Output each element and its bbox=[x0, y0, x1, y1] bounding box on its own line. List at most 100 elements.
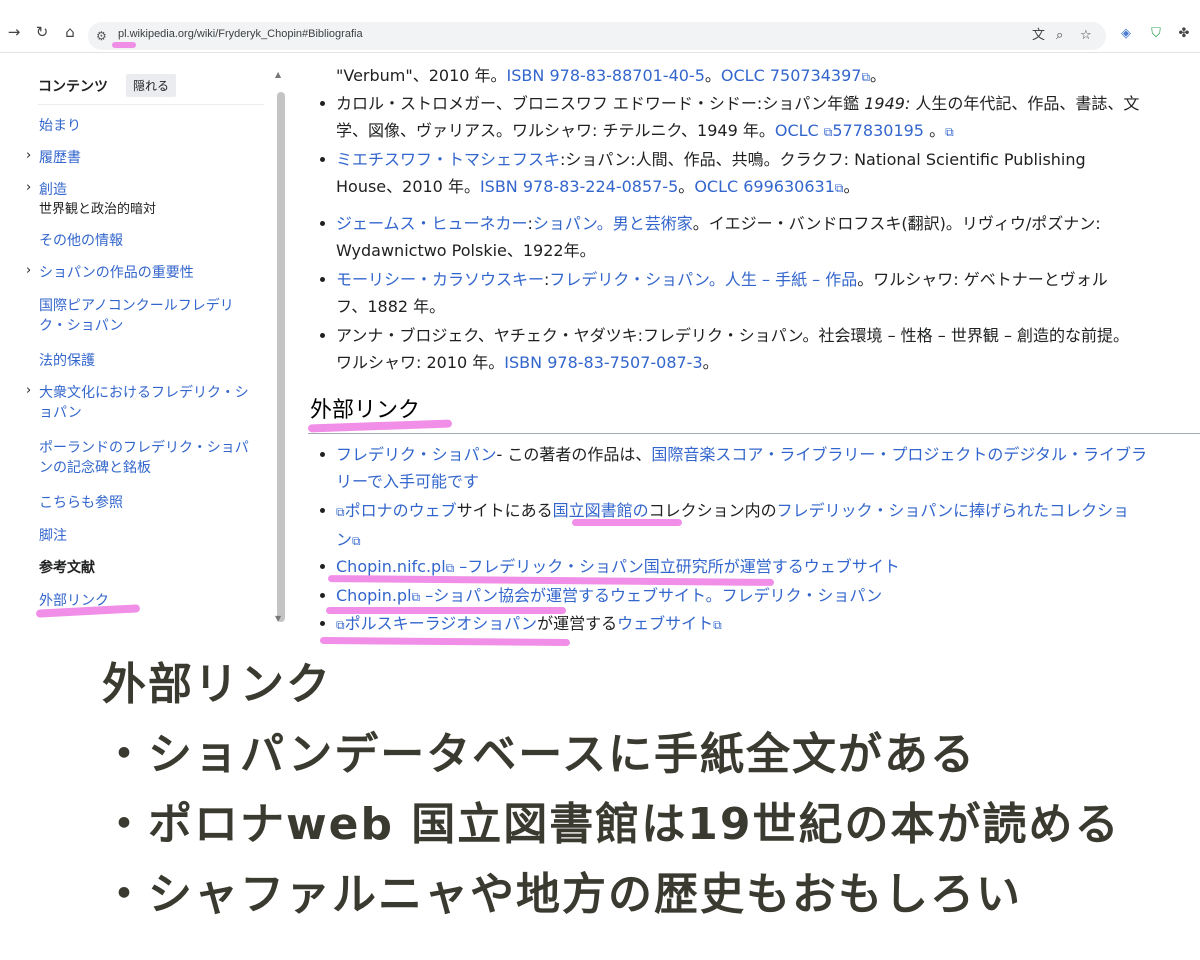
title-link[interactable]: フレデリク・ショパン。人生 – 手紙 – 作品 bbox=[549, 270, 857, 289]
toc-item-label: 大衆文化におけるフレデリク・シ bbox=[39, 385, 249, 401]
bib-text: 人生の年代記、作品、書誌、文 bbox=[910, 94, 1140, 113]
bookmark-star-icon[interactable]: ☆ bbox=[1080, 25, 1092, 47]
toc-item-other-info[interactable]: その他の情報 bbox=[39, 231, 269, 251]
scroll-down-arrow-icon[interactable]: ▼ bbox=[275, 614, 281, 623]
isbn-link[interactable]: ISBN 978-83-224-0857-5 bbox=[480, 177, 678, 196]
author-link[interactable]: ジェームス・ヒューネカー bbox=[336, 214, 528, 233]
bib-text: 。 bbox=[702, 353, 719, 372]
bib-item-4: モーリシー・カラソウスキー:フレデリク・ショパン。人生 – 手紙 – 作品。ワル… bbox=[320, 266, 1200, 320]
isbn-link[interactable]: ISBN 978-83-88701-40-5 bbox=[507, 66, 705, 85]
ext-link[interactable]: リーで入手可能です bbox=[336, 472, 479, 491]
oclc-number-link[interactable]: 577830195 bbox=[832, 121, 924, 140]
toc-item-label-2: ンの記念碑と銘板 bbox=[39, 460, 151, 476]
external-link-icon: ⧉ bbox=[336, 618, 345, 632]
bib-item-2: ミエチスワフ・トマシェフスキ:ショパン:人間、作品、共鳴。クラクフ: Natio… bbox=[320, 146, 1200, 202]
author-link[interactable]: モーリシー・カラソウスキー bbox=[336, 270, 544, 289]
toc-item-label: 創造 bbox=[39, 182, 67, 198]
ext-text: サイトにある bbox=[456, 501, 553, 520]
ext-link[interactable]: –フレデリック・ショパン国立研究所が運営するウェブサイト bbox=[454, 557, 900, 576]
chevron-right-icon[interactable]: › bbox=[26, 383, 31, 398]
library-highlight-stroke bbox=[572, 519, 682, 526]
oclc-link[interactable]: OCLC 699630631 bbox=[694, 177, 835, 196]
chopin-pl-highlight-stroke bbox=[326, 607, 566, 614]
bib-text: 。 bbox=[678, 177, 695, 196]
title-link[interactable]: ショパン。男と芸術家 bbox=[533, 214, 693, 233]
ext-link[interactable]: Chopin.pl bbox=[336, 586, 412, 605]
external-link-icon: ⧉ bbox=[713, 618, 722, 632]
toc-divider bbox=[38, 104, 264, 105]
bib-item-5: アンナ・ブロジェク、ヤチェク・ヤダツキ:フレデリク・ショパン。社会環境 – 性格… bbox=[320, 322, 1200, 376]
author-link[interactable]: ミエチスワフ・トマシェフスキ bbox=[336, 150, 560, 169]
ext-item-4: ⧉ポルスキーラジオショパンが運営するウェブサイト⧉ bbox=[320, 610, 1200, 639]
toc-scrollbar-thumb[interactable] bbox=[277, 92, 285, 622]
bib-text: 学、図像、ヴァリアス。ワルシャワ: チテルニク、1949 年。 bbox=[336, 121, 775, 140]
home-icon[interactable]: ⌂ bbox=[58, 20, 82, 44]
toc-item-label: 国際ピアノコンクールフレデリ bbox=[39, 298, 234, 314]
scroll-up-arrow-icon[interactable]: ▲ bbox=[275, 70, 281, 79]
chevron-right-icon[interactable]: › bbox=[26, 148, 31, 163]
toc-item-pop-culture[interactable]: 大衆文化におけるフレデリク・シ ョパン bbox=[39, 383, 269, 423]
toc-title: コンテンツ bbox=[38, 79, 108, 95]
ext-link[interactable]: ン bbox=[336, 530, 352, 549]
toc-item-see-also[interactable]: こちらも参照 bbox=[39, 493, 269, 513]
note-line: ・シャファルニャや地方の歴史もおもしろい bbox=[102, 869, 1022, 920]
toc-item-start[interactable]: 始まり bbox=[39, 116, 269, 136]
bib-text: アンナ・ブロジェク、ヤチェク・ヤダツキ:フレデリク・ショパン。社会環境 – 性格… bbox=[336, 326, 1130, 345]
ext-text: - この著者の作品は、 bbox=[496, 445, 652, 464]
toc-item-sub: 世界観と政治的暗対 bbox=[39, 202, 157, 217]
browser-toolbar: → ↻ ⌂ ⚙ pl.wikipedia.org/wiki/Fryderyk_C… bbox=[0, 0, 1200, 53]
address-bar[interactable]: ⚙ pl.wikipedia.org/wiki/Fryderyk_Chopin#… bbox=[88, 22, 1106, 50]
bib-text: 。 bbox=[870, 66, 887, 85]
shield-extension-icon[interactable]: ⛉ bbox=[1146, 24, 1166, 44]
external-link-icon: ⧉ bbox=[945, 125, 954, 139]
ext-link[interactable]: ポルスキーラジオショパン bbox=[345, 614, 537, 633]
translate-icon[interactable]: 文 bbox=[1032, 25, 1045, 47]
section-divider bbox=[308, 433, 1200, 434]
url-text[interactable]: pl.wikipedia.org/wiki/Fryderyk_Chopin#Bi… bbox=[118, 28, 363, 40]
toc-item-label: ポーランドのフレデリク・ショパ bbox=[39, 440, 249, 456]
reload-icon[interactable]: ↻ bbox=[30, 20, 54, 44]
oclc-link[interactable]: OCLC bbox=[775, 121, 824, 140]
note-title: 外部リンク bbox=[102, 659, 332, 710]
ext-link[interactable]: 国立図書館の bbox=[553, 501, 649, 520]
bib-text: 。イエジー・バンドロフスキ(翻訳)。リヴィウ/ポズナン: bbox=[692, 214, 1101, 233]
extensions-puzzle-icon[interactable]: ✤ bbox=[1174, 24, 1194, 44]
external-link-icon: ⧉ bbox=[861, 70, 871, 84]
ext-link[interactable]: ウェブサイト bbox=[617, 614, 713, 633]
bib-item-1: カロル・ストロメガー、ブロニスワフ エドワード・シドー:ショパン年鑑 1949:… bbox=[320, 90, 1200, 146]
ext-link[interactable]: ポロナのウェブ bbox=[345, 501, 457, 520]
ext-link[interactable]: Chopin.nifc.pl bbox=[336, 557, 446, 576]
toc-item-creation[interactable]: 創造 世界観と政治的暗対 bbox=[39, 180, 269, 220]
external-link-icon: ⧉ bbox=[411, 590, 421, 604]
toc-item-footnotes[interactable]: 脚注 bbox=[39, 526, 269, 546]
ext-link[interactable]: 国際音楽スコア・ライブラリー・プロジェクトのデジタル・ライブラ bbox=[651, 445, 1147, 464]
ext-link[interactable]: フレデリク・ショパン bbox=[336, 445, 496, 464]
toc-sidebar: コンテンツ 隠れる 始まり › 履歴書 › 創造 世界観と政治的暗対 その他の情… bbox=[0, 52, 290, 627]
toc-item-importance[interactable]: ショパンの作品の重要性 bbox=[39, 263, 269, 283]
bib-item-0: "Verbum"、2010 年。ISBN 978-83-88701-40-5。O… bbox=[336, 62, 1200, 91]
site-settings-icon[interactable]: ⚙ bbox=[96, 24, 107, 48]
toc-item-legal[interactable]: 法的保護 bbox=[39, 351, 269, 371]
toc-item-references[interactable]: 参考文献 bbox=[39, 558, 269, 578]
toc-item-monuments[interactable]: ポーランドのフレデリク・ショパ ンの記念碑と銘板 bbox=[39, 438, 269, 478]
chevron-right-icon[interactable]: › bbox=[26, 180, 31, 195]
ext-link[interactable]: フレデリック・ショパンに捧げられたコレクショ bbox=[777, 501, 1129, 520]
back-arrow-icon[interactable]: → bbox=[2, 20, 26, 44]
toc-item-competition[interactable]: 国際ピアノコンクールフレデリ ク・ショパン bbox=[39, 296, 269, 336]
toc-hide-button[interactable]: 隠れる bbox=[126, 74, 177, 97]
bib-text: 。 bbox=[923, 121, 946, 140]
translate-extension-icon[interactable]: ◈ bbox=[1116, 24, 1136, 44]
zoom-icon[interactable]: ⌕ bbox=[1056, 25, 1063, 47]
bib-text: :ショパン:人間、作品、共鳴。クラクフ: National Scientific… bbox=[560, 150, 1086, 169]
external-link-icon: ⧉ bbox=[445, 561, 455, 575]
toc-item-biography[interactable]: 履歴書 bbox=[39, 148, 269, 168]
bib-text: フ、1882 年。 bbox=[336, 297, 446, 316]
note-line: ・ショパンデータベースに手紙全文がある bbox=[102, 729, 976, 780]
chevron-right-icon[interactable]: › bbox=[26, 263, 31, 278]
ext-link[interactable]: –ショパン協会が運営するウェブサイト。フレデリク・ショパン bbox=[420, 586, 882, 605]
isbn-link[interactable]: ISBN 978-83-7507-087-3 bbox=[504, 353, 702, 372]
handwritten-note: 外部リンク ・ショパンデータベースに手紙全文がある ・ポロナweb 国立図書館は… bbox=[102, 650, 1162, 930]
bib-text: ワルシャワ: 2010 年。 bbox=[336, 353, 505, 372]
bib-text: House、2010 年。 bbox=[336, 177, 480, 196]
oclc-link[interactable]: OCLC 750734397 bbox=[721, 66, 862, 85]
